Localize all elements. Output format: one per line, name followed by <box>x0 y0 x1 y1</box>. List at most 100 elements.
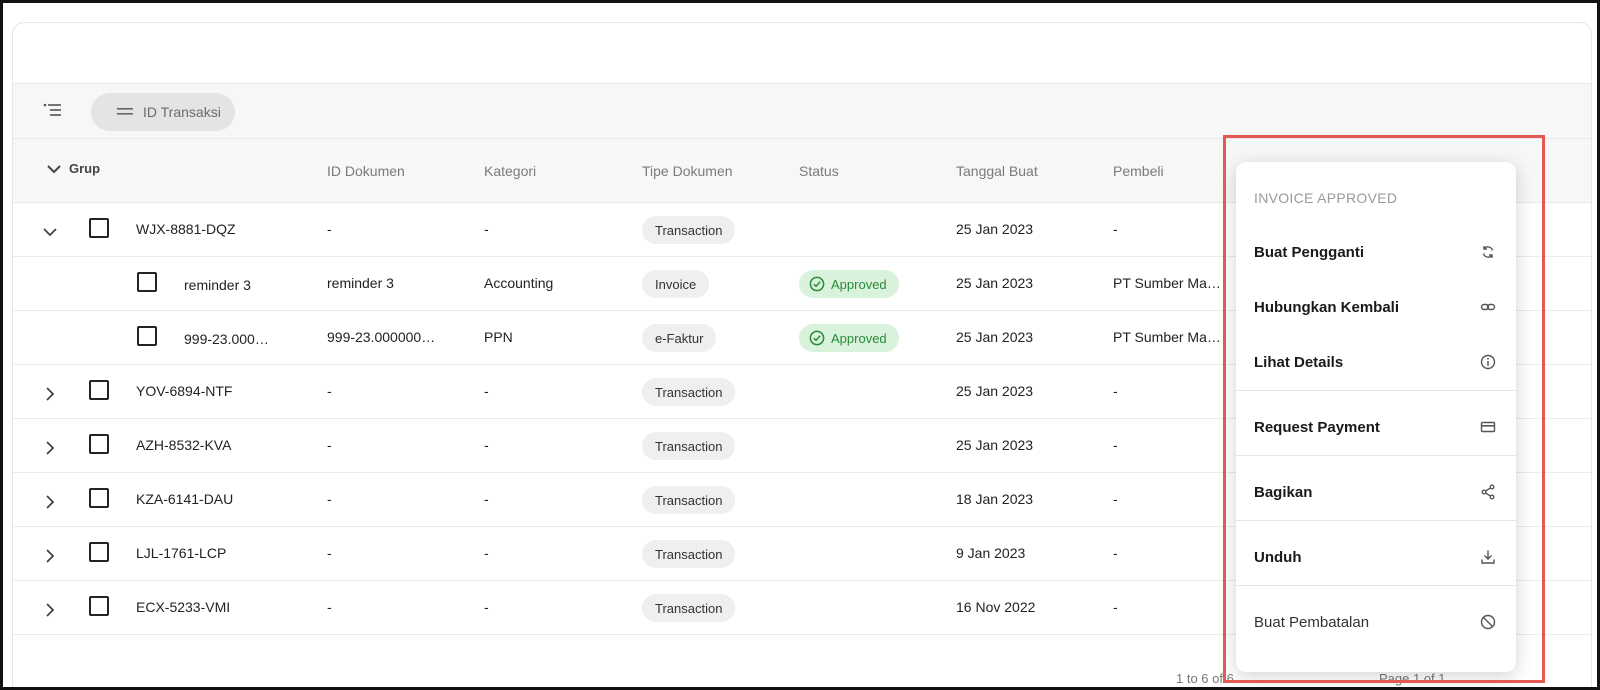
menu-item-label: Request Payment <box>1254 418 1380 436</box>
cell-kategori: - <box>484 383 489 399</box>
cell-tanggal-buat: 25 Jan 2023 <box>956 221 1034 237</box>
cell-id-dokumen: - <box>327 545 332 561</box>
header-tanggal-buat[interactable]: Tanggal Buat <box>956 163 1038 179</box>
menu-item-unduh[interactable]: Unduh <box>1236 530 1516 584</box>
group-name: LJL-1761-LCP <box>136 545 227 561</box>
group-column-header[interactable]: Grup <box>47 161 100 176</box>
group-toolbar: ID Transaksi <box>13 83 1591 139</box>
document-type-tag: Transaction <box>642 540 736 568</box>
row-checkbox[interactable] <box>137 272 157 292</box>
menu-item-label: Lihat Details <box>1254 353 1344 371</box>
cell-pembeli: - <box>1113 221 1118 237</box>
link-icon <box>1480 303 1496 311</box>
cell-pembeli: - <box>1113 545 1118 561</box>
header-kategori[interactable]: Kategori <box>484 163 536 179</box>
chevron-right-icon[interactable] <box>43 387 57 401</box>
group-name: ECX-5233-VMI <box>136 599 231 615</box>
cell-pembeli: - <box>1113 491 1118 507</box>
menu-item-label: Buat Pengganti <box>1254 243 1365 261</box>
chevron-right-icon[interactable] <box>43 495 57 509</box>
cell-id-dokumen: reminder 3 <box>327 275 394 291</box>
chevron-right-icon[interactable] <box>43 603 57 617</box>
document-type-tag: Transaction <box>642 378 736 406</box>
cell-tanggal-buat: 25 Jan 2023 <box>956 383 1034 399</box>
document-name: reminder 3 <box>184 277 251 293</box>
cell-kategori: - <box>484 545 489 561</box>
document-type-tag: Transaction <box>642 216 736 244</box>
menu-item-request-payment[interactable]: Request Payment <box>1236 400 1516 454</box>
header-pembeli[interactable]: Pembeli <box>1113 163 1164 179</box>
cell-pembeli: - <box>1113 599 1118 615</box>
share-icon <box>1481 484 1495 500</box>
document-type-tag: Transaction <box>642 486 736 514</box>
cell-pembeli: - <box>1113 383 1118 399</box>
menu-item-label: Hubungkan Kembali <box>1254 298 1400 316</box>
menu-item-buat-pengganti[interactable]: Buat Pengganti <box>1236 225 1516 279</box>
group-name: YOV-6894-NTF <box>136 383 233 399</box>
context-menu: INVOICE APPROVED Buat Pengganti Hubungkan… <box>1236 162 1516 672</box>
cell-tanggal-buat: 25 Jan 2023 <box>956 275 1034 291</box>
document-type-tag: Transaction <box>642 594 736 622</box>
menu-item-lihat-details[interactable]: Lihat Details <box>1236 335 1516 389</box>
header-status[interactable]: Status <box>799 163 839 179</box>
cell-tanggal-buat: 16 Nov 2022 <box>956 599 1036 615</box>
check-circle-icon <box>809 330 825 346</box>
status-label: Approved <box>831 276 887 292</box>
group-list-icon[interactable] <box>43 102 63 120</box>
info-icon <box>1480 354 1496 370</box>
cell-kategori: - <box>484 599 489 615</box>
menu-divider <box>1236 455 1516 456</box>
chevron-down-icon[interactable] <box>43 225 57 239</box>
document-name: 999-23.000… <box>184 331 269 347</box>
menu-divider <box>1236 585 1516 586</box>
document-type-tag: Transaction <box>642 432 736 460</box>
document-type-tag: Invoice <box>642 270 710 298</box>
row-checkbox[interactable] <box>137 326 157 346</box>
group-name: KZA-6141-DAU <box>136 491 234 507</box>
cell-kategori: PPN <box>484 329 513 345</box>
cell-id-dokumen: 999-23.000000… <box>327 329 436 345</box>
cell-id-dokumen: - <box>327 221 332 237</box>
group-chip-label: ID Transaksi <box>143 104 221 120</box>
header-id-dokumen[interactable]: ID Dokumen <box>327 163 405 179</box>
menu-item-label: Bagikan <box>1254 483 1313 501</box>
cell-tanggal-buat: 18 Jan 2023 <box>956 491 1034 507</box>
menu-item-bagikan[interactable]: Bagikan <box>1236 465 1516 519</box>
row-checkbox[interactable] <box>89 380 109 400</box>
status-badge: Approved <box>799 324 899 352</box>
cell-id-dokumen: - <box>327 599 332 615</box>
cell-id-dokumen: - <box>327 383 332 399</box>
group-name: AZH-8532-KVA <box>136 437 232 453</box>
status-badge: Approved <box>799 270 899 298</box>
cell-kategori: - <box>484 437 489 453</box>
drag-handle-icon <box>117 108 133 115</box>
row-checkbox[interactable] <box>89 218 109 238</box>
chevron-right-icon[interactable] <box>43 549 57 563</box>
cell-pembeli: - <box>1113 437 1118 453</box>
menu-item-buat-pembatalan[interactable]: Buat Pembatalan <box>1236 595 1516 649</box>
pagination-page: Page 1 of 1 <box>1379 671 1446 686</box>
group-name: WJX-8881-DQZ <box>136 221 236 237</box>
row-checkbox[interactable] <box>89 542 109 562</box>
menu-divider <box>1236 390 1516 391</box>
row-checkbox[interactable] <box>89 488 109 508</box>
cell-tanggal-buat: 9 Jan 2023 <box>956 545 1026 561</box>
group-chip[interactable]: ID Transaksi <box>91 93 235 131</box>
check-circle-icon <box>809 276 825 292</box>
cell-tanggal-buat: 25 Jan 2023 <box>956 329 1034 345</box>
row-checkbox[interactable] <box>89 434 109 454</box>
card-icon <box>1480 421 1496 433</box>
menu-item-hubungkan-kembali[interactable]: Hubungkan Kembali <box>1236 280 1516 334</box>
context-menu-title: INVOICE APPROVED <box>1254 190 1398 206</box>
cancel-icon <box>1480 614 1496 630</box>
chevron-down-icon <box>47 164 61 173</box>
chevron-right-icon[interactable] <box>43 441 57 455</box>
cell-id-dokumen: - <box>327 491 332 507</box>
refresh-icon <box>1482 246 1494 258</box>
menu-item-label: Buat Pembatalan <box>1254 613 1370 631</box>
document-type-tag: e-Faktur <box>642 324 717 352</box>
group-header-label: Grup <box>69 161 101 176</box>
status-label: Approved <box>831 330 887 346</box>
header-tipe-dokumen[interactable]: Tipe Dokumen <box>642 163 733 179</box>
row-checkbox[interactable] <box>89 596 109 616</box>
